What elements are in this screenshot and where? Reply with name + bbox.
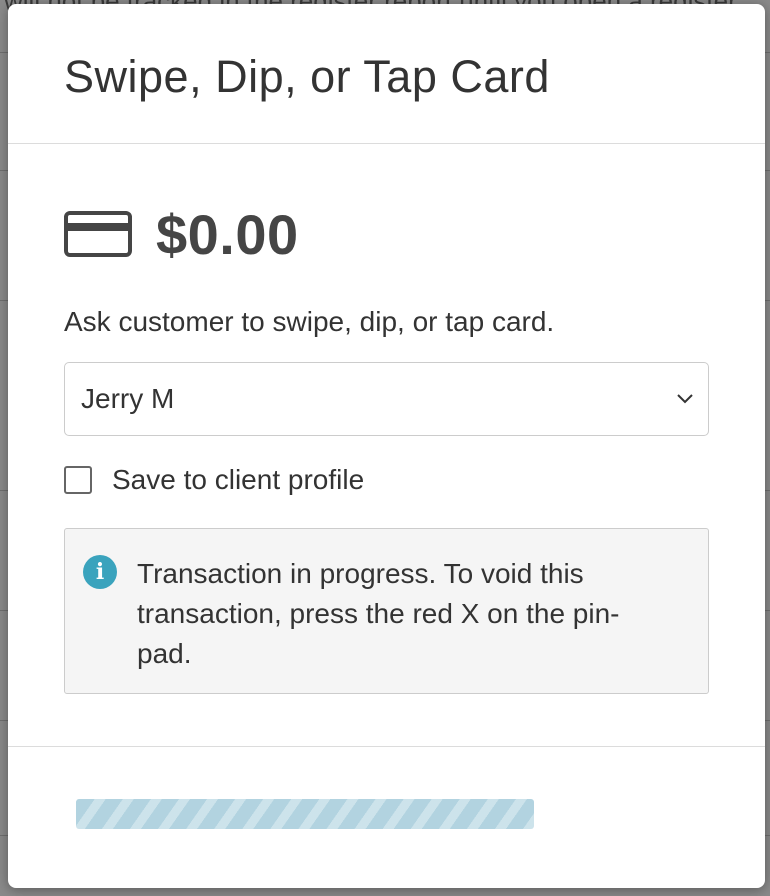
credit-card-icon	[64, 211, 132, 257]
info-message: Transaction in progress. To void this tr…	[137, 558, 620, 669]
modal-body: $0.00 Ask customer to swipe, dip, or tap…	[8, 202, 765, 694]
payment-amount: $0.00	[156, 202, 299, 266]
client-select[interactable]: Jerry M	[64, 362, 709, 436]
info-icon: i	[83, 555, 117, 589]
modal-footer	[8, 746, 765, 888]
modal-header: Swipe, Dip, or Tap Card	[8, 4, 765, 144]
instructions-text: Ask customer to swipe, dip, or tap card.	[64, 306, 555, 337]
save-profile-row[interactable]: Save to client profile	[64, 464, 709, 496]
client-select-value: Jerry M	[81, 383, 175, 414]
chevron-down-icon	[677, 394, 693, 404]
amount-row: $0.00	[64, 202, 709, 266]
modal-title: Swipe, Dip, or Tap Card	[64, 51, 550, 102]
info-alert: i Transaction in progress. To void this …	[64, 528, 709, 694]
save-profile-checkbox[interactable]	[64, 466, 92, 494]
progress-bar	[76, 799, 534, 829]
save-profile-label[interactable]: Save to client profile	[112, 464, 364, 496]
card-payment-modal: Swipe, Dip, or Tap Card $0.00 Ask custom…	[8, 4, 765, 888]
